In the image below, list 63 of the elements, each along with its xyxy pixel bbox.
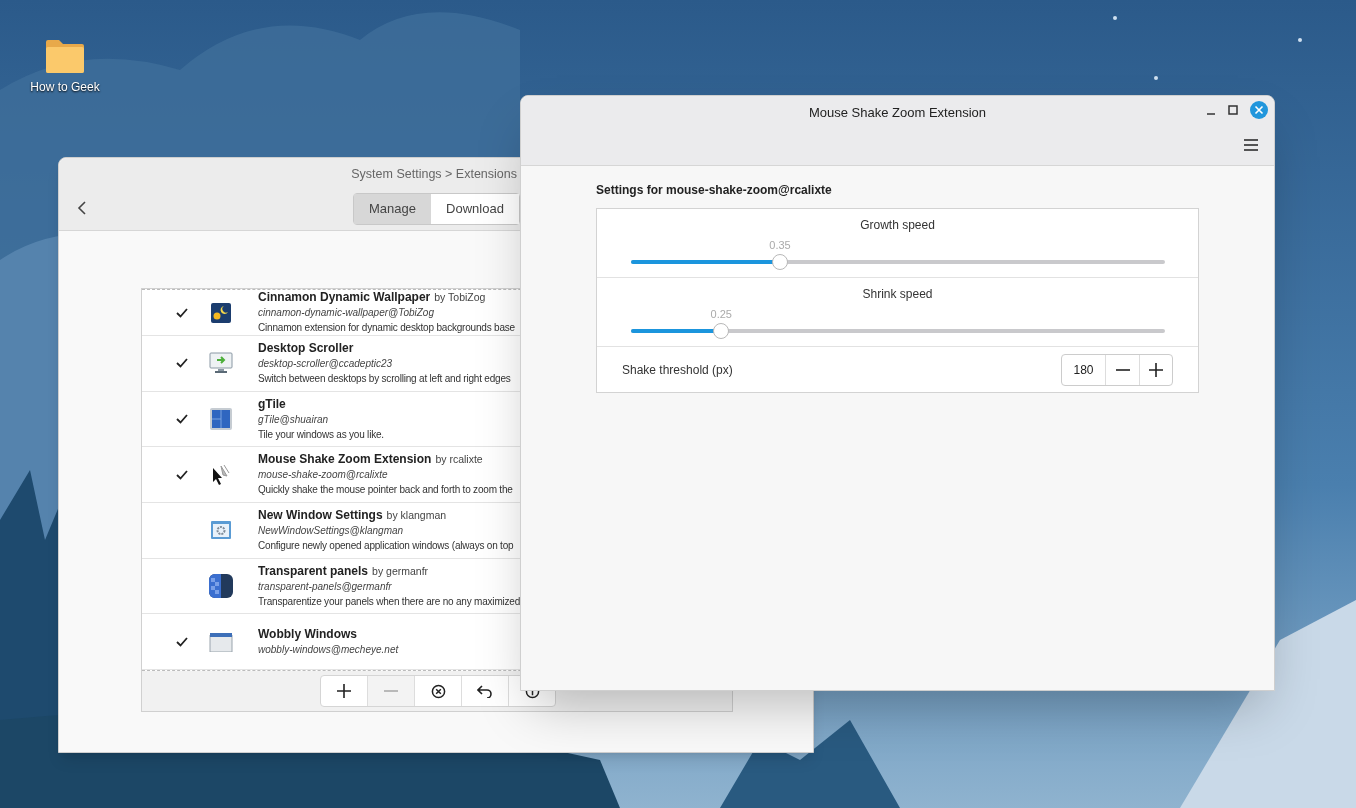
extension-uuid: gTile@shuairan bbox=[258, 412, 330, 427]
minus-icon bbox=[1115, 368, 1130, 371]
close-icon[interactable] bbox=[1250, 101, 1268, 119]
menu-icon[interactable] bbox=[1244, 139, 1258, 151]
extension-name: Transparent panels bbox=[258, 563, 369, 579]
extension-author: by TobiZog bbox=[434, 290, 486, 305]
maximize-icon[interactable] bbox=[1228, 105, 1238, 115]
icon-label: How to Geek bbox=[30, 79, 100, 96]
extension-name: Wobbly Windows bbox=[258, 626, 357, 642]
extension-name: Mouse Shake Zoom Extension bbox=[258, 452, 432, 468]
slider-thumb[interactable] bbox=[772, 254, 788, 270]
plus-icon bbox=[337, 684, 351, 698]
slider-value: 0.35 bbox=[769, 238, 791, 252]
checkmark-icon bbox=[176, 307, 188, 318]
settings-heading: Settings for mouse-shake-zoom@rcalixte bbox=[596, 182, 833, 199]
extension-name: New Window Settings bbox=[258, 507, 383, 523]
moon-sun-icon bbox=[211, 302, 231, 323]
window-title: System Settings > Extensions bbox=[351, 167, 517, 181]
window-gear-icon bbox=[210, 520, 232, 541]
extension-description: Quickly shake the mouse pointer back and forth to zoom the bbox=[258, 483, 513, 498]
extension-name: Cinnamon Dynamic Wallpaper bbox=[258, 290, 431, 305]
extension-description: Tile your windows as you like. bbox=[258, 427, 384, 442]
slider-thumb[interactable] bbox=[713, 323, 730, 339]
extension-name: Desktop Scroller bbox=[258, 340, 354, 356]
extension-uuid: wobbly-windows@mecheye.net bbox=[258, 642, 399, 657]
extension-author: by klangman bbox=[386, 507, 447, 523]
slider-label: Shrink speed bbox=[862, 286, 933, 303]
checkmark-icon bbox=[176, 358, 188, 369]
plus-icon bbox=[1149, 362, 1163, 377]
cancel-icon bbox=[430, 683, 446, 699]
minus-icon bbox=[384, 690, 398, 692]
extension-uuid: cinnamon-dynamic-wallpaper@TobiZog bbox=[258, 306, 435, 320]
checkmark-icon bbox=[176, 414, 188, 424]
extension-description: Configure newly opened application windows (always on top bbox=[258, 538, 514, 553]
checkmark-icon bbox=[176, 469, 188, 480]
slider-label: Growth speed bbox=[860, 217, 935, 234]
back-icon[interactable] bbox=[77, 201, 86, 215]
window-title: Mouse Shake Zoom Extension bbox=[808, 104, 986, 122]
threshold-value[interactable]: 180 bbox=[1062, 354, 1106, 385]
grid-tile-icon bbox=[210, 408, 232, 430]
tab[interactable]: Download bbox=[431, 194, 519, 224]
window-icon bbox=[209, 631, 233, 652]
threshold-label: Shake threshold (px) bbox=[622, 361, 733, 379]
extension-uuid: NewWindowSettings@klangman bbox=[258, 523, 405, 538]
extension-uuid: mouse-shake-zoom@rcalixte bbox=[258, 468, 389, 483]
extension-description: Transparentize your panels when there are no any maximized bbox=[258, 594, 521, 609]
folder-icon bbox=[45, 38, 85, 74]
extension-author: by germanfr bbox=[372, 563, 429, 579]
extension-uuid: desktop-scroller@ccadeptic23 bbox=[258, 356, 394, 371]
extension-uuid: transparent-panels@germanfr bbox=[258, 579, 393, 594]
monitor-arrow-icon bbox=[209, 352, 233, 375]
extension-description: Cinnamon extension for dynamic desktop backgrounds base bbox=[258, 321, 515, 335]
tab[interactable]: Manage bbox=[354, 194, 431, 224]
checkmark-icon bbox=[176, 636, 188, 647]
threshold-spinner[interactable]: 180 bbox=[1061, 353, 1173, 386]
extension-author: by rcalixte bbox=[435, 452, 483, 468]
extension-name: gTile bbox=[258, 396, 286, 412]
undo-icon bbox=[477, 684, 493, 698]
cursor-shake-icon bbox=[211, 463, 231, 486]
checkered-panel-icon bbox=[209, 574, 233, 598]
slider-value: 0.25 bbox=[710, 307, 732, 321]
desktop-icon[interactable]: How to Geek bbox=[24, 38, 106, 96]
extension-description: Switch between desktops by scrolling at left and right edges bbox=[258, 371, 511, 386]
